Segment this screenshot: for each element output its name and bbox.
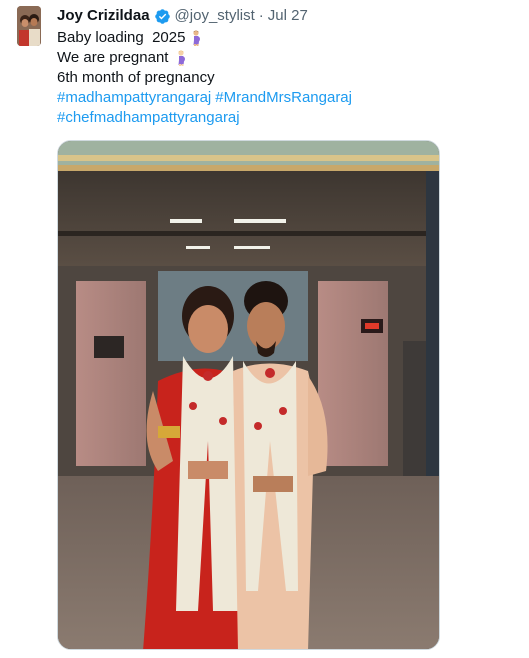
tweet-photo[interactable] [57, 140, 440, 650]
separator-dot: · [258, 7, 264, 24]
hashtag-line: #chefmadhampattyrangaraj [57, 108, 352, 128]
timestamp[interactable]: Jul 27 [268, 6, 308, 26]
pregnant-woman-emoji [189, 30, 203, 46]
text-line-1: Baby loading 2025 [57, 29, 186, 46]
display-name[interactable]: Joy Crizildaa [57, 6, 150, 26]
text-line-2: We are pregnant [57, 49, 169, 66]
verified-badge-icon [154, 8, 171, 25]
tweet-card[interactable]: Joy Crizildaa @joy_stylist · Jul 27 Baby… [0, 0, 529, 658]
hashtag-line: #madhampattyrangaraj #MrandMrsRangaraj [57, 88, 352, 108]
tweet-header: Joy Crizildaa @joy_stylist · Jul 27 [57, 6, 308, 26]
text-line: We are pregnant [57, 48, 352, 68]
text-line: Baby loading 2025 [57, 28, 352, 48]
pregnant-woman-light-emoji [174, 50, 188, 66]
text-line: 6th month of pregnancy [57, 68, 352, 88]
hashtag-link[interactable]: #chefmadhampattyrangaraj [57, 108, 240, 128]
hashtag-link[interactable]: #madhampattyrangaraj [57, 88, 211, 108]
text-line-3: 6th month of pregnancy [57, 69, 215, 86]
avatar[interactable] [17, 6, 41, 46]
user-handle[interactable]: @joy_stylist [175, 6, 255, 26]
hashtag-link[interactable]: #MrandMrsRangaraj [215, 88, 352, 108]
photo-illustration [58, 141, 439, 649]
tweet-text: Baby loading 2025 We are pregnant 6th mo… [57, 28, 352, 128]
